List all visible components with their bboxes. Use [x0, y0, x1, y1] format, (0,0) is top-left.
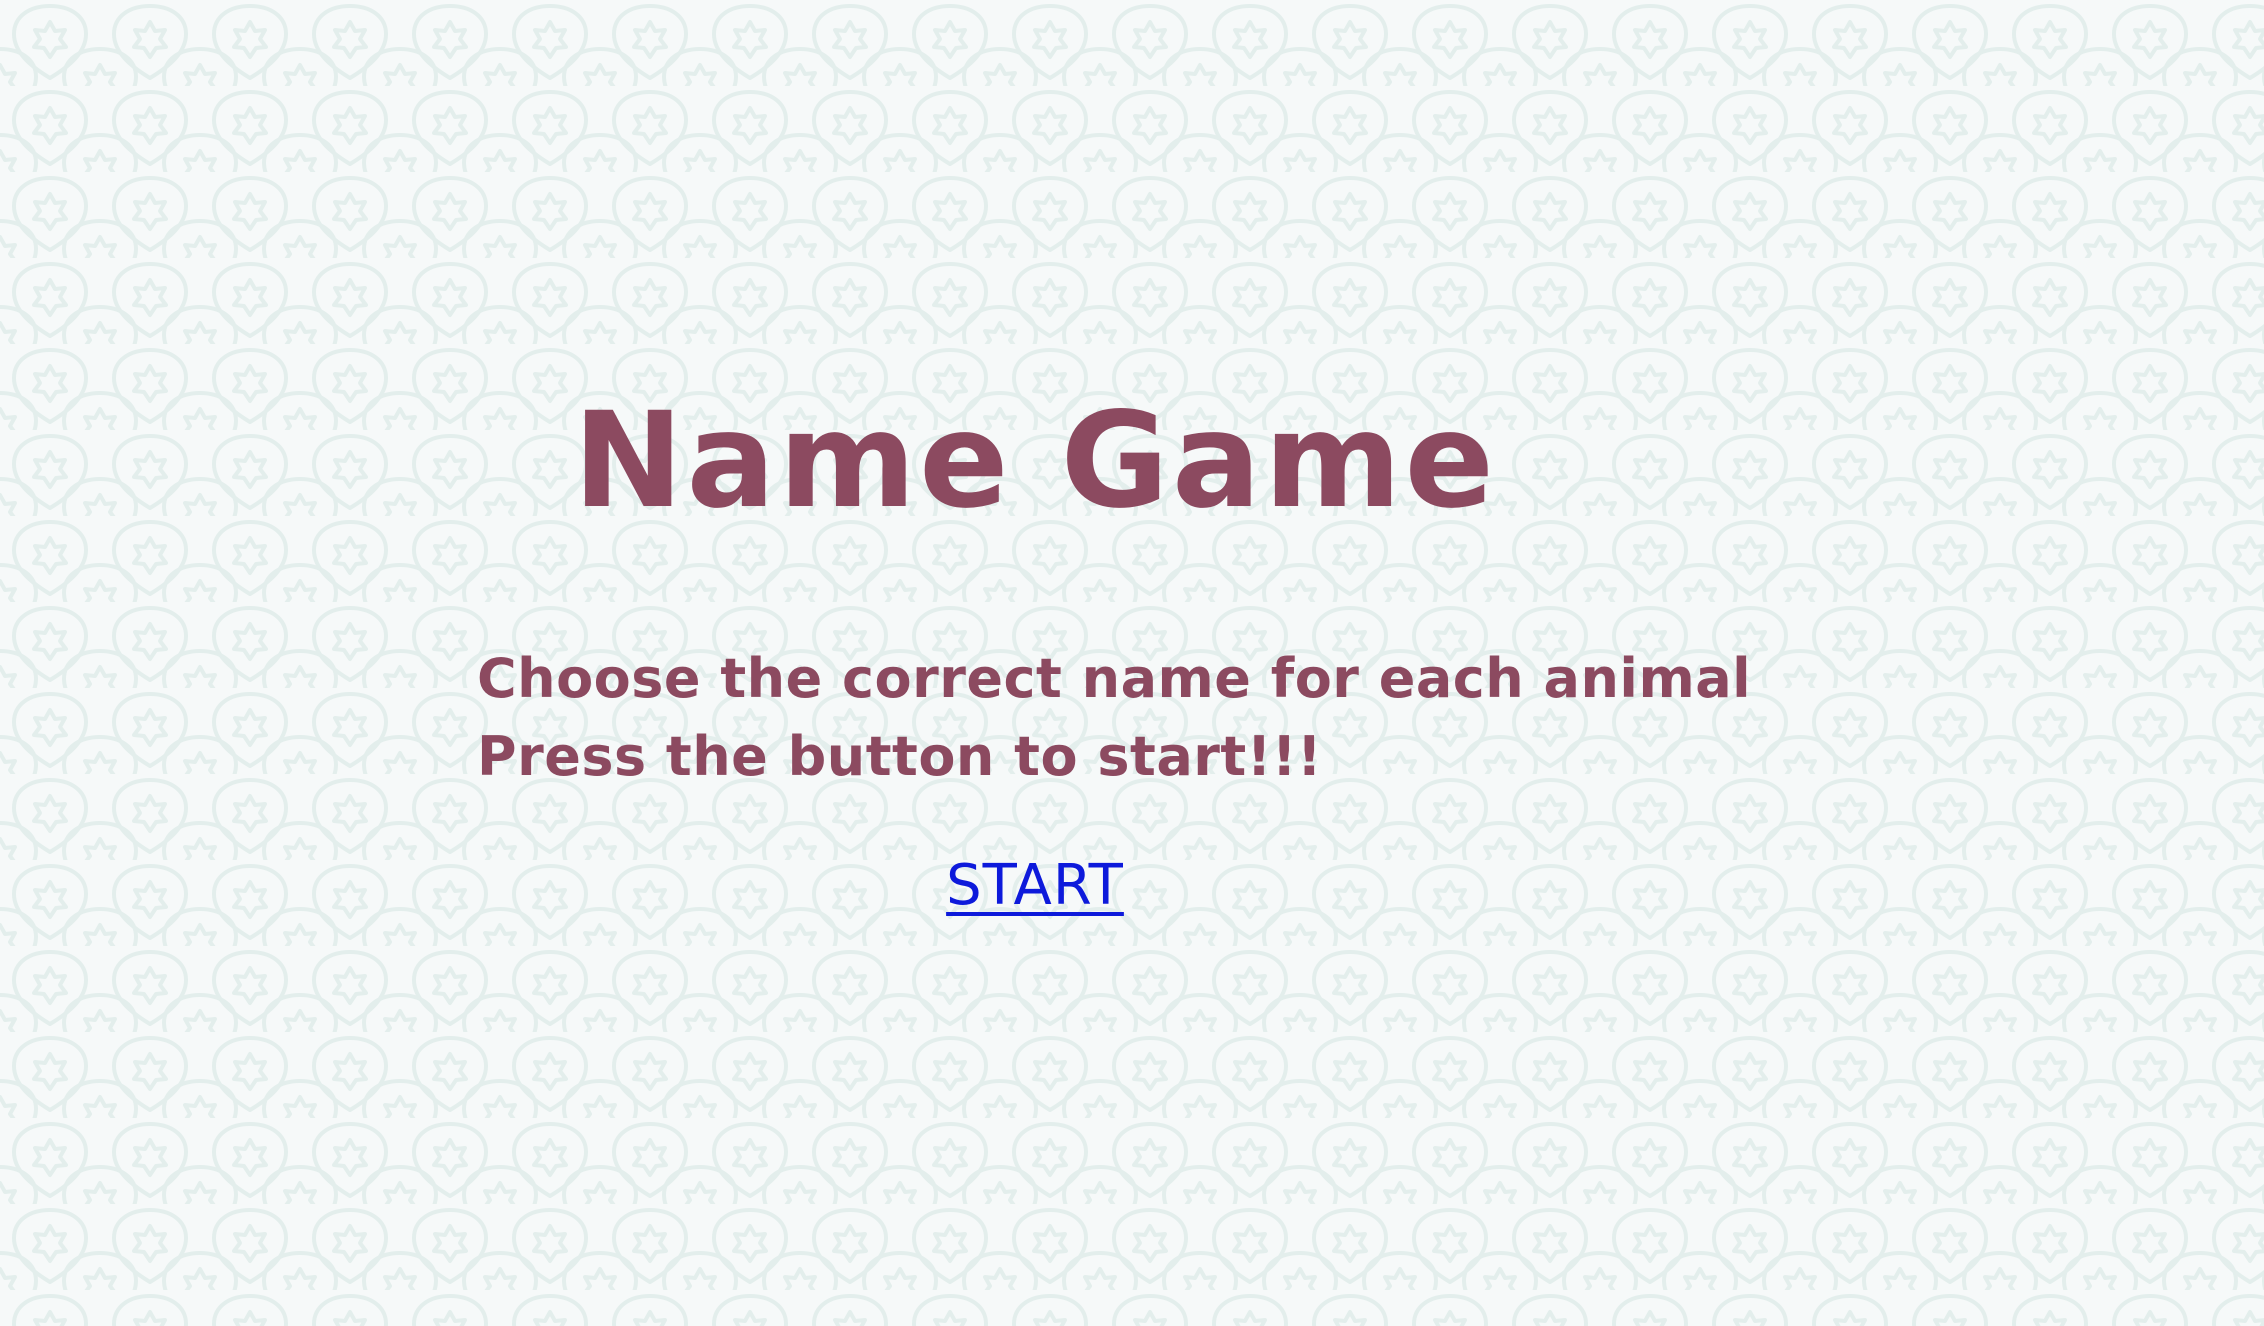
start-link-container: START [0, 858, 2070, 914]
start-screen: Name Game Choose the correct name for ea… [0, 0, 2264, 1326]
instructions: Choose the correct name for each animal … [477, 640, 1751, 796]
start-link[interactable]: START [946, 853, 1124, 918]
page-title: Name Game [572, 384, 1498, 538]
instruction-line: Choose the correct name for each animal [477, 647, 1752, 710]
instruction-line: Press the button to start!!! [477, 725, 1323, 788]
